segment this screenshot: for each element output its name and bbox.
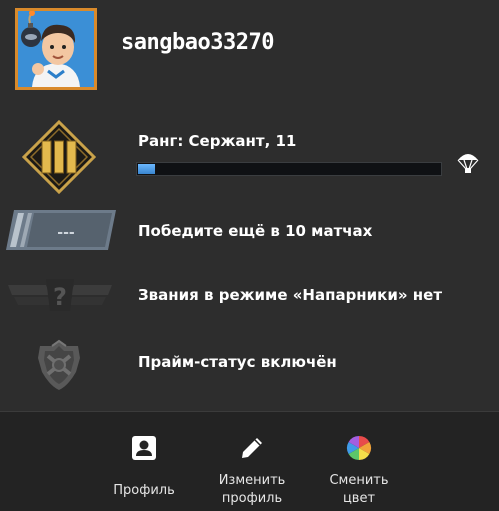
footer-actions: Профиль Изменить профиль Сменить цвет [0, 411, 499, 511]
wingman-rank-label: Звания в режиме «Напарники» нет [138, 286, 443, 304]
profile-header: sangbao33270 [0, 0, 499, 100]
color-wheel-icon [346, 436, 372, 460]
xp-progress-bar [136, 162, 442, 176]
pencil-icon [242, 438, 262, 458]
avatar-image [18, 11, 94, 87]
edit-profile-button[interactable]: Изменить профиль [197, 412, 307, 511]
profile-button-label: Профиль [113, 483, 175, 498]
profile-button[interactable]: Профиль [89, 412, 199, 511]
prime-status-label: Прайм-статус включён [138, 353, 337, 371]
parachute-icon[interactable] [456, 150, 480, 174]
username: sangbao33270 [121, 30, 274, 55]
edit-profile-label: Изменить профиль [218, 473, 286, 506]
empty-rank-placeholder: --- [57, 225, 75, 241]
profile-panel: sangbao33270 Ранг: Сержант, 11 --- Побед… [0, 0, 499, 511]
avatar[interactable] [15, 8, 97, 90]
wingman-rank-row: ? Звания в режиме «Напарники» нет [0, 272, 499, 322]
rank-row: Ранг: Сержант, 11 [0, 116, 499, 196]
wingman-unranked-icon: ? [8, 279, 112, 311]
xp-progress-fill [138, 164, 155, 174]
competitive-wins-label: Победите ещё в 10 матчах [138, 222, 373, 240]
empty-rank-plate-icon: --- [6, 210, 116, 250]
rank-badge-icon [22, 120, 96, 194]
prime-shield-icon [38, 339, 80, 390]
change-color-label: Сменить цвет [329, 473, 389, 506]
prime-status-row: Прайм-статус включён [0, 338, 499, 394]
change-color-button[interactable]: Сменить цвет [304, 412, 414, 511]
rank-label: Ранг: Сержант, 11 [138, 132, 297, 150]
competitive-rank-row: --- Победите ещё в 10 матчах [0, 206, 499, 256]
wingman-question-mark: ? [53, 283, 67, 311]
person-card-icon [132, 436, 156, 460]
